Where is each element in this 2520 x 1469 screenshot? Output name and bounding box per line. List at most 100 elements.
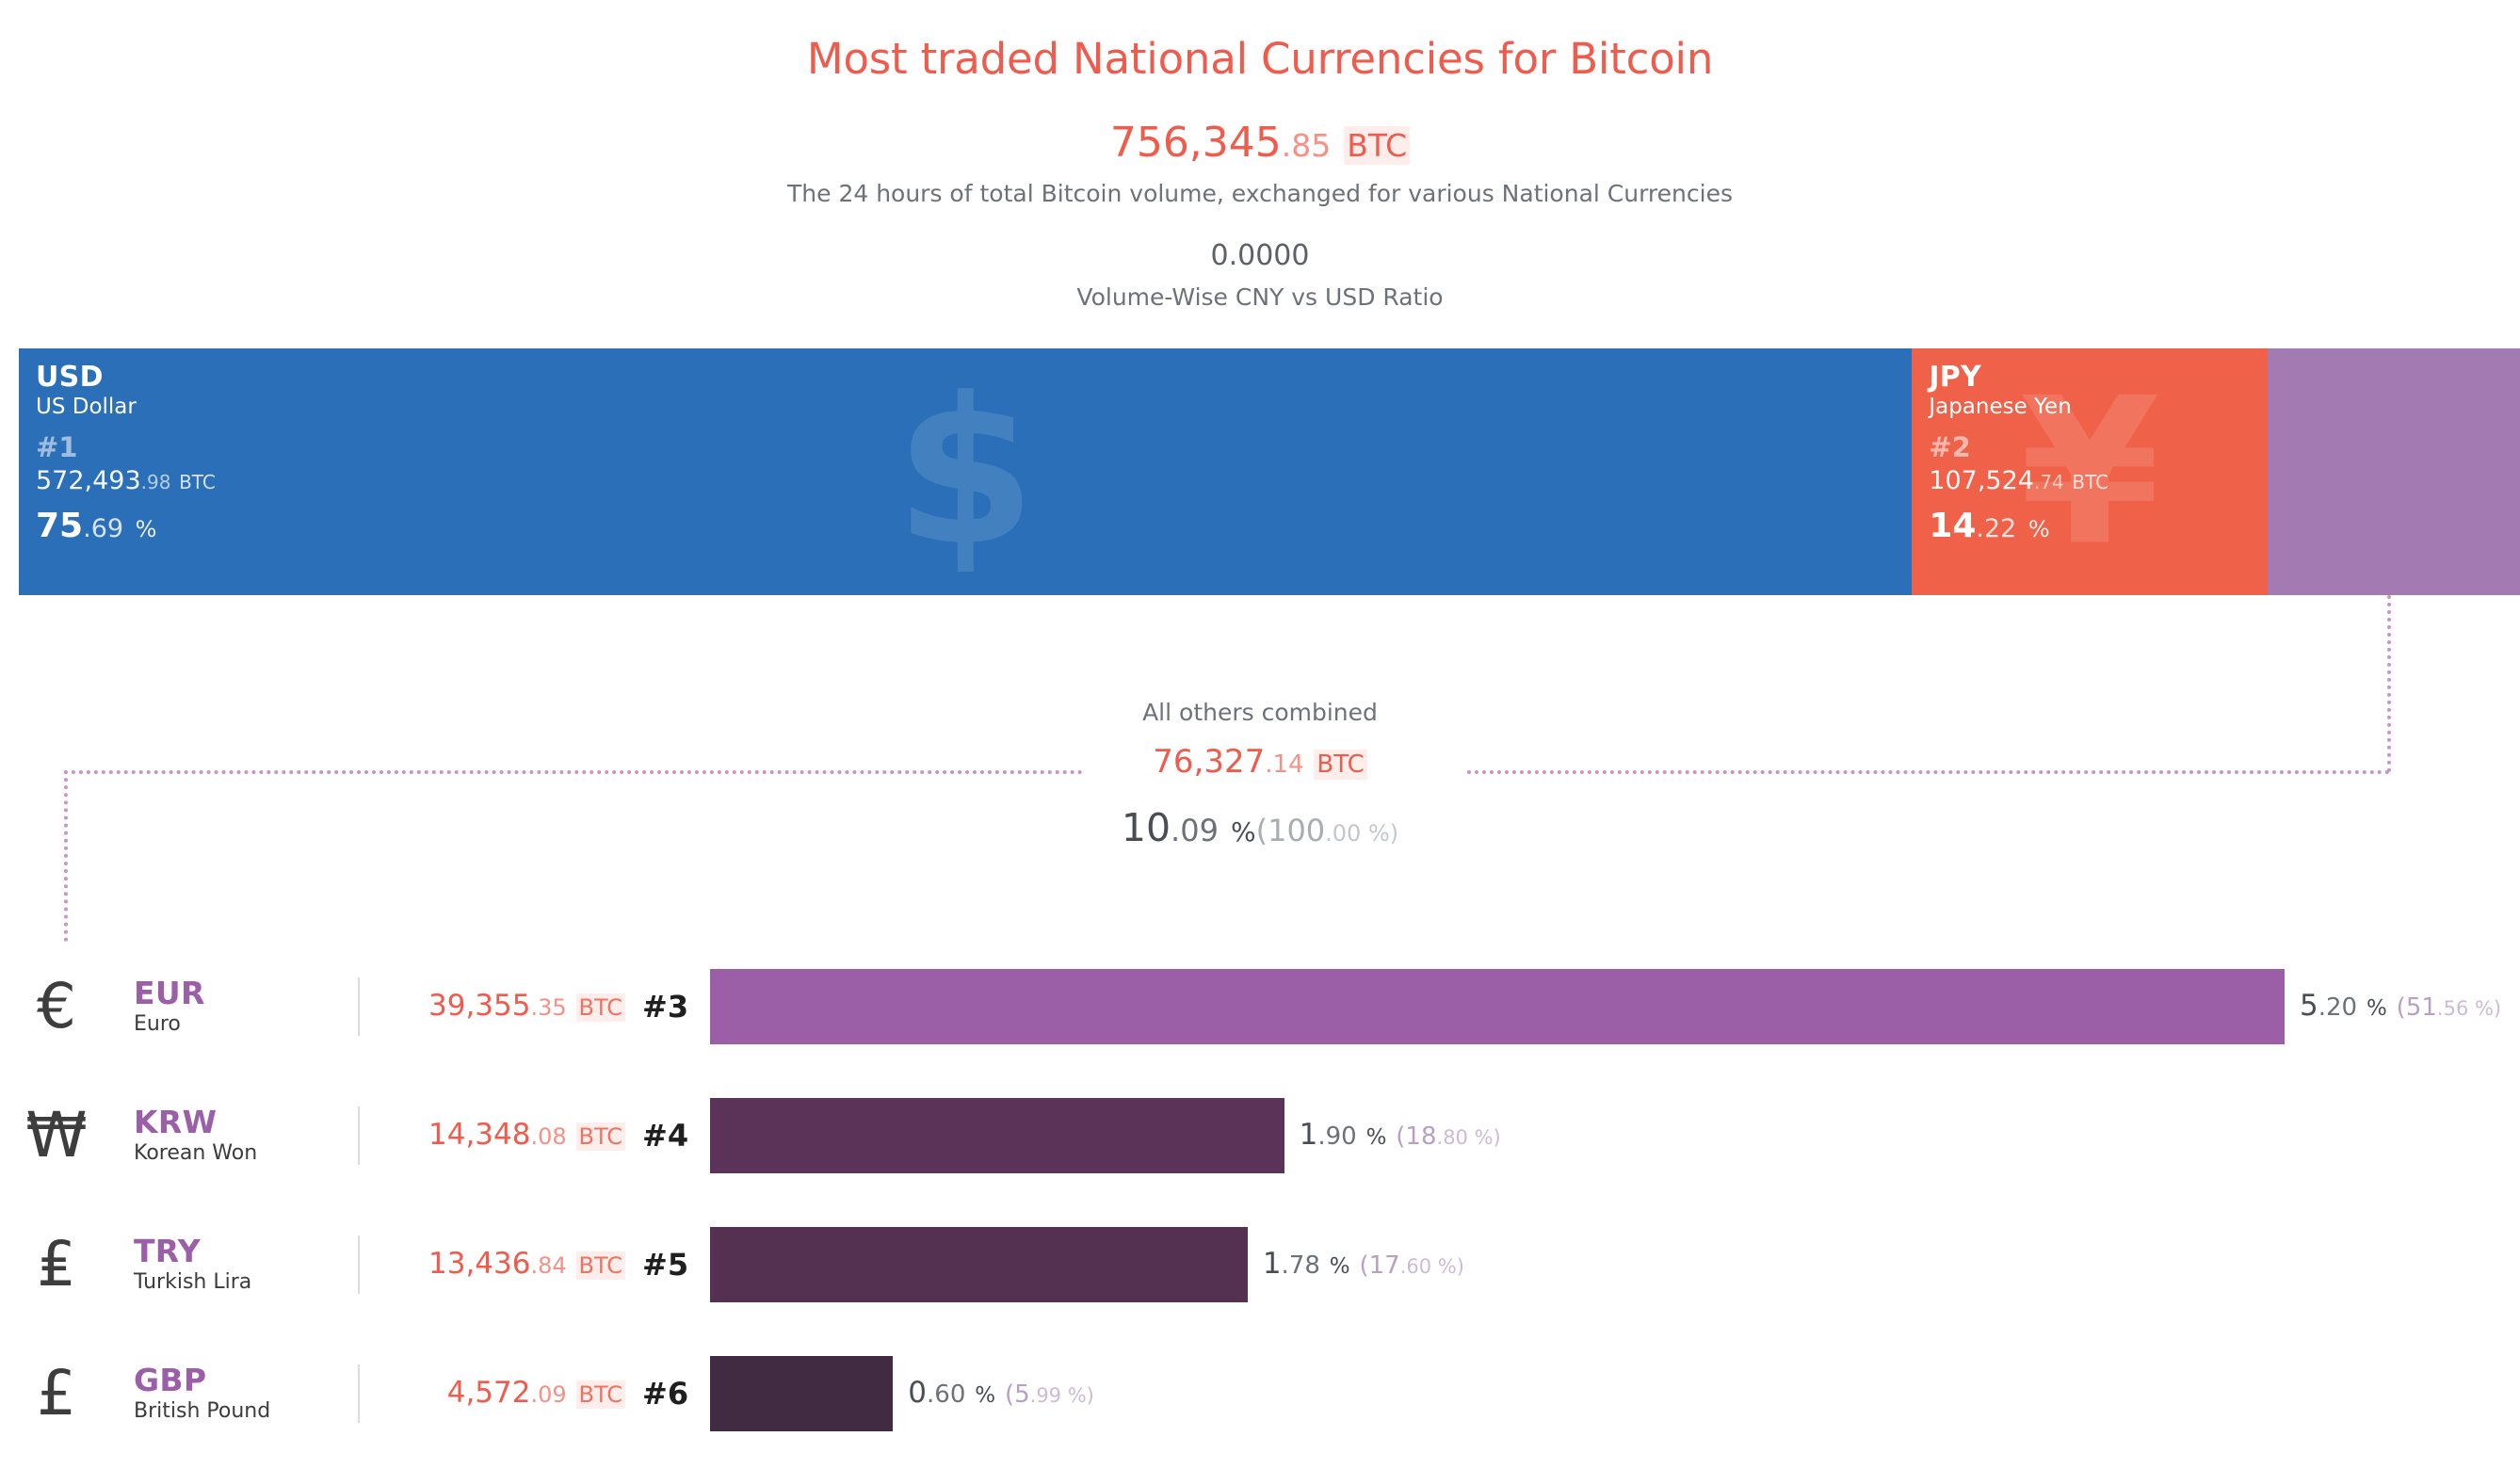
others-pct-int: 10	[1121, 805, 1171, 850]
eur-pct-sym: %	[2366, 996, 2387, 1021]
stack-segment-jpy-code: JPY	[1929, 361, 1982, 394]
try-pct-dec: .78	[1281, 1251, 1320, 1280]
usd-volume-int: 572,493	[36, 465, 141, 495]
currency-code: TRY	[134, 1233, 201, 1270]
gbp-volume-int: 4,572	[446, 1376, 531, 1410]
currency-name: Turkish Lira	[134, 1269, 252, 1294]
jpy-pct-sym: %	[2027, 516, 2050, 543]
currency-rank: #5	[642, 1246, 689, 1283]
dashboard-page: Most traded National Currencies for Bitc…	[0, 0, 2520, 1469]
currency-identity: TRY Turkish Lira	[113, 1233, 358, 1294]
currency-name: Korean Won	[134, 1140, 258, 1165]
currency-code: KRW	[134, 1104, 218, 1141]
try-pct-sym: %	[1329, 1254, 1350, 1279]
currency-volume: 4,572.09 BTC	[360, 1376, 642, 1410]
currency-rank: #3	[642, 988, 689, 1025]
currency-name: British Pound	[134, 1398, 271, 1423]
krw-volume-unit: BTC	[575, 1122, 625, 1151]
cny-usd-ratio-value: 0.0000	[1210, 238, 1310, 272]
stacked-volume-bar: $ USD US Dollar #1 572,493.98 BTC 75.69 …	[19, 348, 2520, 595]
currency-volume: 39,355.35 BTC	[360, 989, 642, 1023]
usd-pct-sym: %	[135, 516, 157, 543]
stack-segment-jpy[interactable]: ¥ JPY Japanese Yen #2 107,524.74 BTC 14.…	[1912, 348, 2268, 595]
stack-segment-usd-volume: 572,493.98 BTC	[36, 465, 1912, 495]
gbp-paren-dec: .99 %)	[1029, 1384, 1094, 1407]
others-volume-unit: BTC	[1314, 750, 1367, 780]
others-volume-dec: .14	[1265, 751, 1304, 779]
total-volume-decimal: .85	[1281, 126, 1332, 164]
total-volume: 756,345.85 BTC	[0, 118, 2520, 167]
currency-code: EUR	[134, 975, 205, 1012]
volume-bar[interactable]	[710, 1097, 1284, 1173]
list-item[interactable]: € EUR Euro 39,355.35 BTC #3 5.20 % (51.5…	[0, 942, 2520, 1071]
lira-sign-icon: ₤	[37, 1227, 76, 1300]
euro-sign-icon: €	[37, 969, 76, 1042]
gbp-paren: (5.99 %)	[1005, 1380, 1094, 1409]
jpy-pct-int: 14	[1929, 507, 1977, 546]
krw-volume-int: 14,348	[428, 1118, 531, 1152]
total-volume-integer: 756,345	[1109, 118, 1282, 167]
currency-identity: GBP British Pound	[113, 1362, 358, 1423]
volume-bar[interactable]	[710, 968, 2285, 1044]
krw-volume-dec: .08	[530, 1123, 567, 1150]
stack-segment-usd-content: USD US Dollar #1 572,493.98 BTC 75.69 %	[19, 348, 1912, 543]
try-pct-int: 1	[1262, 1247, 1282, 1281]
eur-volume-unit: BTC	[575, 993, 625, 1022]
eur-paren-int: (51	[2396, 993, 2437, 1022]
bar-percent-label: 5.20 % (51.56 %)	[2285, 992, 2501, 1021]
gbp-volume-unit: BTC	[575, 1380, 625, 1409]
currency-volume: 13,436.84 BTC	[360, 1247, 642, 1281]
gbp-pct-int: 0	[908, 1376, 928, 1410]
eur-paren: (51.56 %)	[2397, 993, 2501, 1022]
stack-segment-usd-code: USD	[36, 361, 104, 394]
others-pct-paren: (100.00 %)	[1256, 813, 1399, 848]
header: Most traded National Currencies for Bitc…	[0, 0, 2520, 311]
bar-percent-label: 1.90 % (18.80 %)	[1284, 1121, 1501, 1150]
stack-segment-jpy-rank: #2	[1929, 430, 1971, 463]
try-paren-int: (17	[1359, 1251, 1400, 1280]
volume-bar[interactable]	[710, 1226, 1248, 1302]
others-paren-dec: .00 %)	[1325, 820, 1399, 847]
krw-paren-int: (18	[1396, 1122, 1437, 1151]
krw-pct-dec: .90	[1317, 1122, 1357, 1151]
others-paren-int: (100	[1255, 813, 1326, 848]
list-item[interactable]: ₩ KRW Korean Won 14,348.08 BTC #4 1.90 %…	[0, 1071, 2520, 1200]
currency-code: GBP	[134, 1362, 207, 1399]
bar-area: 0.60 % (5.99 %)	[710, 1329, 2520, 1458]
bar-area: 1.90 % (18.80 %)	[710, 1071, 2520, 1200]
volume-bar[interactable]	[710, 1355, 894, 1431]
others-volume-int: 76,327	[1153, 743, 1266, 781]
page-title: Most traded National Currencies for Bitc…	[806, 34, 1714, 84]
krw-paren: (18.80 %)	[1396, 1122, 1500, 1151]
gbp-paren-int: (5	[1004, 1380, 1030, 1409]
eur-volume-dec: .35	[530, 994, 567, 1021]
stack-segment-jpy-name: Japanese Yen	[1929, 395, 2072, 419]
list-item[interactable]: £ GBP British Pound 4,572.09 BTC #6 0.60…	[0, 1329, 2520, 1458]
usd-volume-dec: .98	[140, 470, 171, 493]
list-item[interactable]: ₤ TRY Turkish Lira 13,436.84 BTC #5 1.78…	[0, 1200, 2520, 1329]
gbp-pct-sym: %	[975, 1383, 996, 1408]
others-pct-dec: .09	[1171, 813, 1219, 848]
bar-area: 1.78 % (17.60 %)	[710, 1200, 2520, 1329]
try-volume-int: 13,436	[428, 1247, 531, 1281]
stack-segment-jpy-volume: 107,524.74 BTC	[1929, 465, 2268, 495]
others-combined-summary: All others combined 76,327.14 BTC 10.09 …	[0, 699, 2520, 848]
currency-volume: 14,348.08 BTC	[360, 1118, 642, 1152]
krw-paren-dec: .80 %)	[1436, 1126, 1501, 1149]
bar-percent-label: 1.78 % (17.60 %)	[1248, 1250, 1464, 1279]
eur-pct-dec: .20	[2318, 993, 2358, 1022]
stack-segment-usd-rank: #1	[36, 430, 78, 463]
jpy-volume-unit: BTC	[2072, 470, 2109, 493]
currency-name: Euro	[134, 1011, 181, 1036]
cny-usd-ratio-label: Volume-Wise CNY vs USD Ratio	[1076, 282, 1444, 311]
eur-volume-int: 39,355	[428, 989, 531, 1023]
stack-segment-jpy-percent: 14.22 %	[1929, 509, 2268, 543]
currency-rank: #4	[642, 1117, 689, 1154]
try-volume-dec: .84	[530, 1252, 567, 1279]
others-percent: 10.09 %(100.00 %)	[0, 809, 2520, 848]
others-volume: 76,327.14 BTC	[0, 743, 2520, 781]
jpy-volume-int: 107,524	[1929, 465, 2034, 495]
others-caption: All others combined	[1142, 699, 1378, 726]
stack-segment-others[interactable]	[2267, 348, 2520, 595]
stack-segment-usd[interactable]: $ USD US Dollar #1 572,493.98 BTC 75.69 …	[19, 348, 1913, 595]
